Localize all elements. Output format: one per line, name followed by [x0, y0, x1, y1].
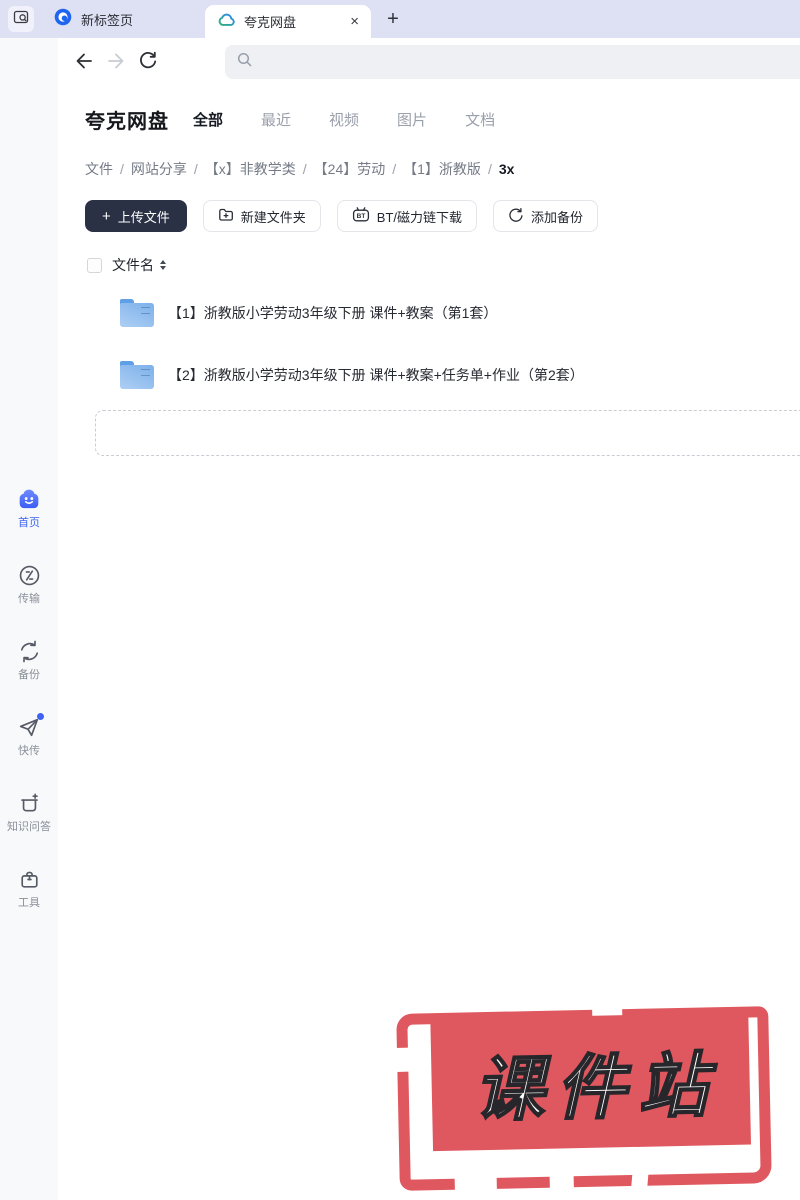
sidebar-item-label: 工具 [18, 897, 40, 909]
sidebar-item-knowledge-qa[interactable]: 知识问答 [0, 790, 58, 834]
sidebar-item-tools[interactable]: 工具 [0, 866, 58, 910]
empty-dropzone[interactable] [95, 410, 800, 456]
new-folder-label: 新建文件夹 [240, 209, 306, 225]
upload-file-button[interactable]: + 上传文件 [85, 200, 187, 232]
sync-circle-icon [508, 207, 524, 226]
breadcrumb-separator: / [487, 161, 492, 177]
file-row[interactable]: 【1】浙教版小学劳动3年级下册 课件+教案（第1套） [58, 290, 800, 336]
add-backup-label: 添加备份 [531, 209, 584, 225]
quark-drive-logo-icon [217, 12, 236, 32]
sidebar-item-quick-transfer[interactable]: 快传 [0, 713, 58, 758]
new-tab-button[interactable]: + [380, 0, 406, 38]
forward-button[interactable] [104, 49, 128, 73]
paper-plane-icon [16, 713, 44, 740]
bt-magnet-download-button[interactable]: BT BT/磁力链下载 [336, 200, 478, 232]
address-search-bar[interactable] [225, 45, 800, 79]
bt-download-label: BT/磁力链下载 [376, 209, 463, 225]
new-folder-button[interactable]: 新建文件夹 [202, 200, 321, 232]
tab-image[interactable]: 图片 [397, 109, 427, 130]
breadcrumb-separator: / [302, 161, 307, 177]
sort-arrows-icon[interactable] [160, 260, 166, 270]
search-input[interactable] [261, 53, 800, 71]
breadcrumb-item[interactable]: 网站分享 [131, 159, 187, 179]
home-smiley-cloud-icon [16, 486, 42, 512]
folder-icon [120, 361, 154, 389]
tab-document[interactable]: 文档 [465, 109, 495, 130]
tab-label: 新标签页 [81, 12, 134, 28]
tab-video[interactable]: 视频 [329, 109, 359, 130]
upload-file-label: 上传文件 [117, 209, 170, 225]
browser-tab-strip: 新标签页 夸克网盘 × + [0, 0, 800, 38]
watermark-stamp: 课件站 [394, 1006, 772, 1192]
page-title: 夸克网盘 [85, 111, 169, 133]
sidebar-item-backup[interactable]: 备份 [0, 638, 58, 682]
tab-search-button[interactable] [8, 6, 34, 32]
browser-window: 新标签页 夸克网盘 × + 首页 传输 备份 快传 知识问答 工具 夸克网盘 全… [0, 0, 800, 1200]
tab-search-icon [13, 9, 29, 30]
sidebar-item-label: 知识问答 [7, 821, 51, 833]
bt-badge-text: BT [356, 213, 365, 220]
browser-tab-newtab[interactable]: 新标签页 [54, 0, 133, 38]
breadcrumb: 文件 / 网站分享 / 【x】非教学类 / 【24】劳动 / 【1】浙教版 / … [85, 159, 514, 179]
sidebar-item-transfer[interactable]: 传输 [0, 562, 58, 606]
folder-icon [120, 299, 154, 327]
tab-all[interactable]: 全部 [193, 109, 223, 130]
file-name-column-header: 文件名 [112, 257, 154, 273]
browser-tab-active[interactable]: 夸克网盘 × [205, 5, 371, 38]
filter-tabs: 全部 最近 视频 图片 文档 [193, 109, 495, 130]
plus-icon: + [102, 207, 111, 225]
file-name[interactable]: 【1】浙教版小学劳动3年级下册 课件+教案（第1套） [168, 303, 497, 323]
notification-badge [37, 713, 44, 720]
file-list-header: 文件名 [87, 255, 166, 275]
breadcrumb-item[interactable]: 【24】劳动 [314, 159, 386, 179]
sidebar-item-label: 备份 [18, 669, 40, 681]
sync-arrows-icon [16, 638, 42, 664]
sidebar-item-label: 传输 [18, 593, 40, 605]
toolbox-icon [16, 866, 42, 892]
close-tab-icon[interactable]: × [350, 14, 359, 29]
quark-browser-logo-icon [54, 8, 72, 31]
breadcrumb-separator: / [392, 161, 397, 177]
transfer-circle-icon [16, 562, 42, 588]
action-buttons: + 上传文件 新建文件夹 BT BT/磁力链下载 添加备份 [85, 200, 599, 232]
select-all-checkbox[interactable] [87, 257, 102, 273]
breadcrumb-item[interactable]: 【x】非教学类 [205, 159, 296, 179]
main-content: 夸克网盘 全部 最近 视频 图片 文档 文件 / 网站分享 / 【x】非教学类 … [58, 85, 800, 1200]
tab-recent[interactable]: 最近 [261, 109, 291, 130]
stamp-box: 课件站 [430, 1012, 752, 1152]
breadcrumb-current: 3x [498, 161, 515, 177]
browser-toolbar [0, 38, 800, 85]
stamp-text: 课件站 [472, 1045, 722, 1130]
breadcrumb-separator: / [120, 161, 124, 177]
tab-label: 夸克网盘 [244, 15, 297, 30]
sidebar-item-label: 首页 [18, 517, 40, 529]
breadcrumb-item[interactable]: 文件 [85, 159, 113, 179]
back-button[interactable] [72, 49, 96, 73]
refresh-button[interactable] [136, 49, 160, 73]
knowledge-box-plus-icon [16, 790, 42, 816]
sidebar-item-label: 快传 [18, 745, 40, 757]
folder-plus-icon [218, 207, 234, 225]
page-header: 夸克网盘 全部 最近 视频 图片 文档 [85, 105, 495, 134]
sidebar-nav: 首页 传输 备份 快传 知识问答 工具 [0, 486, 58, 910]
add-backup-button[interactable]: 添加备份 [493, 200, 599, 232]
search-icon [236, 51, 253, 73]
file-row[interactable]: 【2】浙教版小学劳动3年级下册 课件+教案+任务单+作业（第2套） [58, 352, 800, 398]
bt-download-icon: BT [352, 206, 370, 226]
sidebar-item-home[interactable]: 首页 [0, 486, 58, 530]
breadcrumb-item[interactable]: 【1】浙教版 [403, 159, 481, 179]
breadcrumb-separator: / [193, 161, 198, 177]
file-name[interactable]: 【2】浙教版小学劳动3年级下册 课件+教案+任务单+作业（第2套） [168, 365, 584, 385]
sidebar: 首页 传输 备份 快传 知识问答 工具 [0, 38, 58, 1200]
